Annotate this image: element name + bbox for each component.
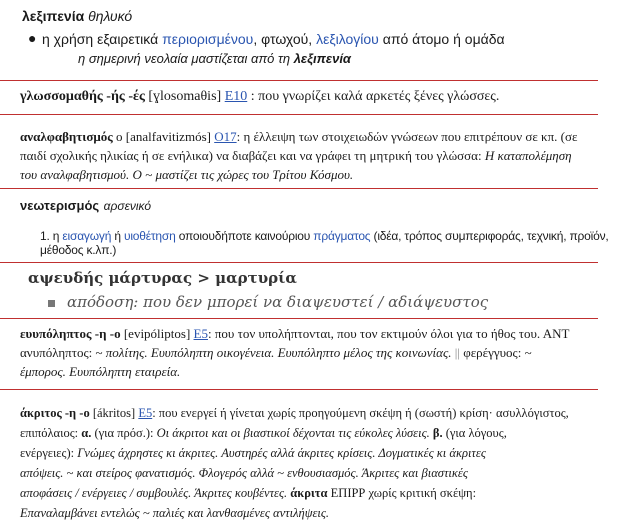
square-bullet-icon bbox=[48, 299, 55, 307]
divider bbox=[0, 318, 598, 319]
definition: απόδοση: που δεν μπορεί να διαψευστεί / … bbox=[48, 293, 627, 311]
headword: γλωσσομαθής -ής -ές bbox=[20, 89, 145, 104]
definition: : που γνωρίζει καλά αρκετές ξένες γλώσσε… bbox=[250, 89, 500, 104]
divider bbox=[0, 188, 598, 189]
divider bbox=[0, 80, 598, 81]
gender-label: θηλυκό bbox=[88, 8, 133, 24]
pronunciation: [evipóliptos] bbox=[123, 326, 191, 341]
bullet-icon: ● bbox=[28, 30, 37, 46]
headword: νεωτερισμός bbox=[20, 198, 100, 213]
pronunciation: [analfavitizmós] bbox=[125, 129, 211, 144]
sense-separator: || bbox=[454, 345, 460, 360]
entry-lexipenia: λεξιπενία θηλυκό ● η χρήση εξαιρετικά πε… bbox=[22, 8, 627, 66]
link-yiothetisi[interactable]: υιοθέτηση bbox=[124, 229, 176, 243]
pronunciation: [ákritos] bbox=[92, 406, 136, 420]
link-eisagogi[interactable]: εισαγωγή bbox=[62, 229, 111, 243]
headword: ευυπόληπτος -η -ο bbox=[20, 326, 121, 341]
pronunciation: [ɣlosomaθis] bbox=[148, 89, 222, 104]
link-periorismenou[interactable]: περιορισμένου bbox=[162, 31, 253, 47]
entry-apseudis-martyras: αψευδής μάρτυρας > μαρτυρία απόδοση: που… bbox=[28, 269, 627, 311]
article: ο bbox=[116, 129, 123, 144]
headword: άκριτος -η -ο bbox=[20, 406, 90, 420]
entry-evypoliptos: ευυπόληπτος -η -ο [evipóliptos] E5: που … bbox=[20, 326, 570, 379]
divider bbox=[0, 389, 598, 390]
headword: αναλφαβητισμός bbox=[20, 129, 113, 144]
headword: λεξιπενία bbox=[22, 8, 85, 24]
divider bbox=[0, 114, 598, 115]
entry-glossomathis: γλωσσομαθής -ής -ές [ɣlosomaθis] E10 : π… bbox=[20, 89, 627, 105]
entry-analfavitismos: αναλφαβητισμός ο [analfavitizmós] O17: η… bbox=[20, 129, 578, 182]
link-lexilogiou[interactable]: λεξιλογίου bbox=[316, 31, 379, 47]
inflection-code-link[interactable]: E5 bbox=[138, 406, 152, 420]
example: η σημερινή νεολαία μαστίζεται από τη λεξ… bbox=[78, 51, 351, 66]
headword: αψευδής μάρτυρας > μαρτυρία bbox=[28, 269, 297, 287]
definition: 1. η εισαγωγή ή υιοθέτηση οποιουδήποτε κ… bbox=[40, 229, 609, 257]
inflection-code-link[interactable]: E5 bbox=[194, 326, 208, 341]
inflection-code-link[interactable]: O17 bbox=[214, 129, 236, 144]
divider bbox=[0, 262, 598, 263]
link-pragmatos[interactable]: πράγματος bbox=[313, 229, 370, 243]
gender-label: αρσενικό bbox=[103, 199, 152, 213]
entry-akritos: άκριτος -η -ο [ákritos] E5: που ενεργεί … bbox=[20, 406, 569, 520]
entry-heading: λεξιπενία θηλυκό bbox=[22, 8, 627, 24]
entry-neoterismos: νεωτερισμός αρσενικό 1. η εισαγωγή ή υιο… bbox=[20, 197, 627, 257]
definition: ● η χρήση εξαιρετικά περιορισμένου, φτωχ… bbox=[28, 30, 505, 47]
inflection-code-link[interactable]: E10 bbox=[225, 89, 248, 104]
